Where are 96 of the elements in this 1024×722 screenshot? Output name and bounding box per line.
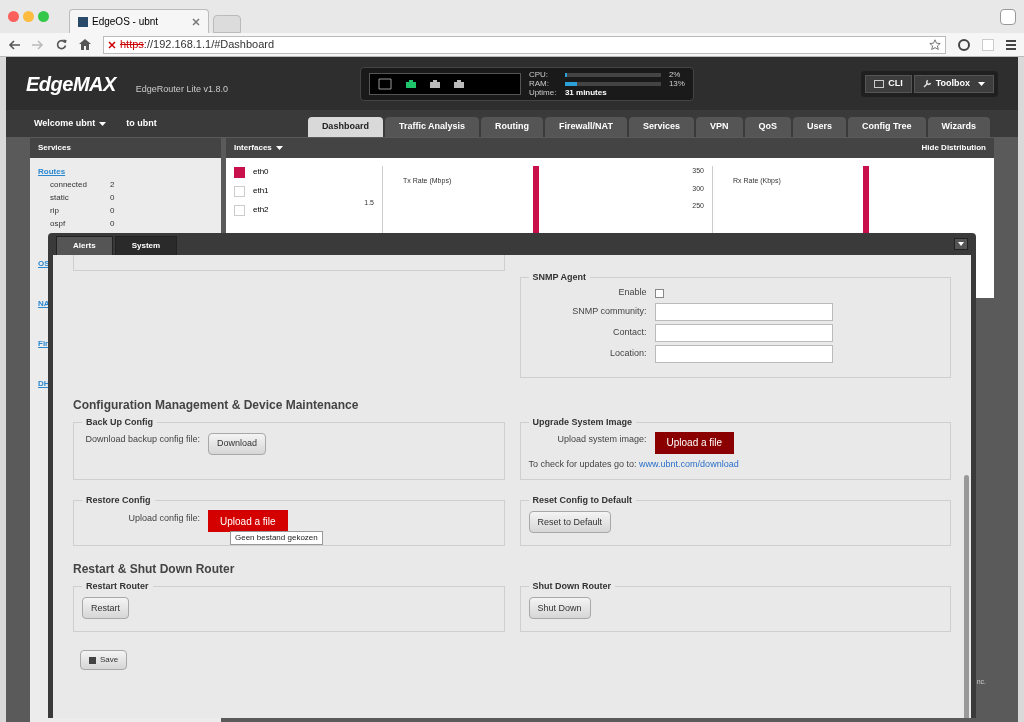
uptime-label: Uptime: bbox=[528, 88, 558, 97]
update-note: To check for updates go to: bbox=[528, 458, 637, 469]
field-label: Location: bbox=[608, 347, 647, 361]
route-count: 0 bbox=[110, 217, 115, 230]
profile-icon[interactable] bbox=[1000, 8, 1016, 25]
group-title: Restart Router bbox=[85, 580, 150, 593]
route-count: 0 bbox=[110, 191, 115, 204]
route-type: ospf bbox=[50, 217, 67, 230]
nav-tab[interactable]: Traffic Analysis bbox=[384, 117, 480, 137]
interface-checkbox[interactable] bbox=[234, 166, 245, 178]
nav-tab[interactable]: Routing bbox=[481, 117, 544, 137]
menu-icon[interactable] bbox=[1006, 39, 1016, 50]
route-type: connected bbox=[50, 178, 88, 191]
text-field[interactable] bbox=[654, 303, 833, 321]
browser-tab[interactable]: EdgeOS - ubnt bbox=[69, 9, 209, 33]
action-button[interactable]: Download bbox=[208, 432, 267, 455]
panel-tab[interactable]: System bbox=[114, 236, 178, 255]
nav-tab[interactable]: Config Tree bbox=[848, 117, 926, 137]
insecure-icon bbox=[108, 40, 116, 49]
nav-tab[interactable]: Users bbox=[793, 117, 847, 137]
text-field[interactable] bbox=[654, 324, 833, 342]
panel-tab[interactable]: Alerts bbox=[56, 236, 113, 255]
save-button[interactable]: Save bbox=[80, 650, 128, 670]
field-label: Contact: bbox=[611, 326, 647, 340]
extension-icon[interactable] bbox=[958, 38, 970, 51]
nav-tab[interactable]: Services bbox=[628, 117, 694, 137]
minimize-window-icon[interactable] bbox=[23, 11, 34, 22]
route-count: 2 bbox=[110, 178, 115, 191]
field-label: Upload system image: bbox=[556, 433, 647, 446]
user-menu[interactable]: Welcome ubnt bbox=[34, 116, 107, 131]
enable-checkbox[interactable] bbox=[654, 288, 664, 298]
action-button[interactable]: Shut Down bbox=[528, 597, 591, 620]
close-tab-icon[interactable] bbox=[192, 17, 200, 26]
group-title: Reset Config to Default bbox=[531, 494, 633, 507]
url-scheme: https bbox=[120, 37, 144, 53]
upload-button[interactable]: Upload a file bbox=[208, 510, 288, 532]
meter-reading: 13% bbox=[668, 79, 685, 88]
address-bar[interactable]: https://192.168.1.1/#Dashboard bbox=[103, 35, 946, 54]
maximize-window-icon[interactable] bbox=[38, 11, 49, 22]
action-button[interactable]: Reset to Default bbox=[528, 511, 612, 534]
caret-icon bbox=[958, 242, 964, 246]
close-window-icon[interactable] bbox=[8, 11, 19, 22]
field-label: SNMP community: bbox=[571, 305, 647, 319]
cli-button[interactable]: CLI bbox=[865, 74, 912, 93]
download-link[interactable]: www.ubnt.com/download bbox=[639, 458, 739, 469]
forward-icon[interactable] bbox=[32, 39, 44, 50]
caret-icon bbox=[99, 121, 107, 126]
interface-name: eth2 bbox=[253, 204, 269, 216]
action-button[interactable]: Restart bbox=[82, 597, 129, 620]
back-icon[interactable] bbox=[8, 39, 20, 50]
logo: EdgeMAX bbox=[26, 71, 116, 97]
terminal-icon bbox=[874, 79, 885, 88]
meter-label: RAM: bbox=[528, 79, 550, 88]
home-icon[interactable] bbox=[79, 39, 91, 50]
section-heading: Restart & Shut Down Router bbox=[73, 561, 236, 578]
save-icon bbox=[89, 656, 96, 664]
field-label: Download backup config file: bbox=[84, 433, 200, 446]
toolbox-button[interactable]: Toolbox bbox=[913, 74, 994, 93]
collapse-button[interactable] bbox=[954, 238, 968, 250]
bookmark-star-icon[interactable] bbox=[929, 38, 941, 51]
nav-tab[interactable]: Dashboard bbox=[307, 117, 383, 137]
group-title: SNMP Agent bbox=[531, 271, 587, 284]
field-label: Enable bbox=[617, 286, 647, 300]
reload-icon[interactable] bbox=[56, 39, 67, 50]
upload-button[interactable]: Upload a file bbox=[654, 431, 735, 454]
model-name: EdgeRouter Lite v1.8.0 bbox=[135, 82, 228, 96]
interfaces-menu[interactable]: Interfaces bbox=[234, 142, 283, 154]
new-tab-button[interactable] bbox=[213, 15, 241, 33]
group-title: Shut Down Router bbox=[531, 580, 612, 593]
route-count: 0 bbox=[110, 204, 115, 217]
tooltip: Geen bestand gekozen bbox=[230, 530, 323, 545]
meter-label: CPU: bbox=[528, 70, 549, 79]
meter-reading: 2% bbox=[668, 70, 681, 79]
interface-name: eth1 bbox=[253, 185, 269, 197]
nav-tab[interactable]: VPN bbox=[696, 117, 743, 137]
device-name: to ubnt bbox=[126, 116, 157, 130]
group-title: Restore Config bbox=[85, 494, 152, 507]
route-type: rip bbox=[50, 204, 60, 217]
uptime-value: 31 minutes bbox=[564, 88, 607, 97]
interface-name: eth0 bbox=[253, 166, 269, 178]
field-label: Upload config file: bbox=[127, 511, 200, 525]
services-title: Services bbox=[30, 138, 221, 158]
hide-distribution-link[interactable]: Hide Distribution bbox=[921, 142, 986, 154]
text-field[interactable] bbox=[654, 345, 833, 363]
url-text: ://192.168.1.1/#Dashboard bbox=[143, 37, 275, 53]
wrench-icon bbox=[922, 79, 932, 88]
group-title: Upgrade System Image bbox=[531, 415, 634, 429]
site-favicon-icon bbox=[78, 16, 88, 27]
route-type: static bbox=[50, 191, 70, 204]
group-title: Back Up Config bbox=[85, 415, 154, 429]
caret-icon bbox=[275, 146, 283, 150]
scrollbar-thumb[interactable] bbox=[964, 475, 969, 718]
nav-tab[interactable]: QoS bbox=[744, 117, 791, 137]
section-heading: Configuration Management & Device Maintenance bbox=[73, 396, 360, 414]
nav-tab[interactable]: Wizards bbox=[927, 117, 990, 137]
nav-tab[interactable]: Firewall/NAT bbox=[545, 117, 627, 137]
